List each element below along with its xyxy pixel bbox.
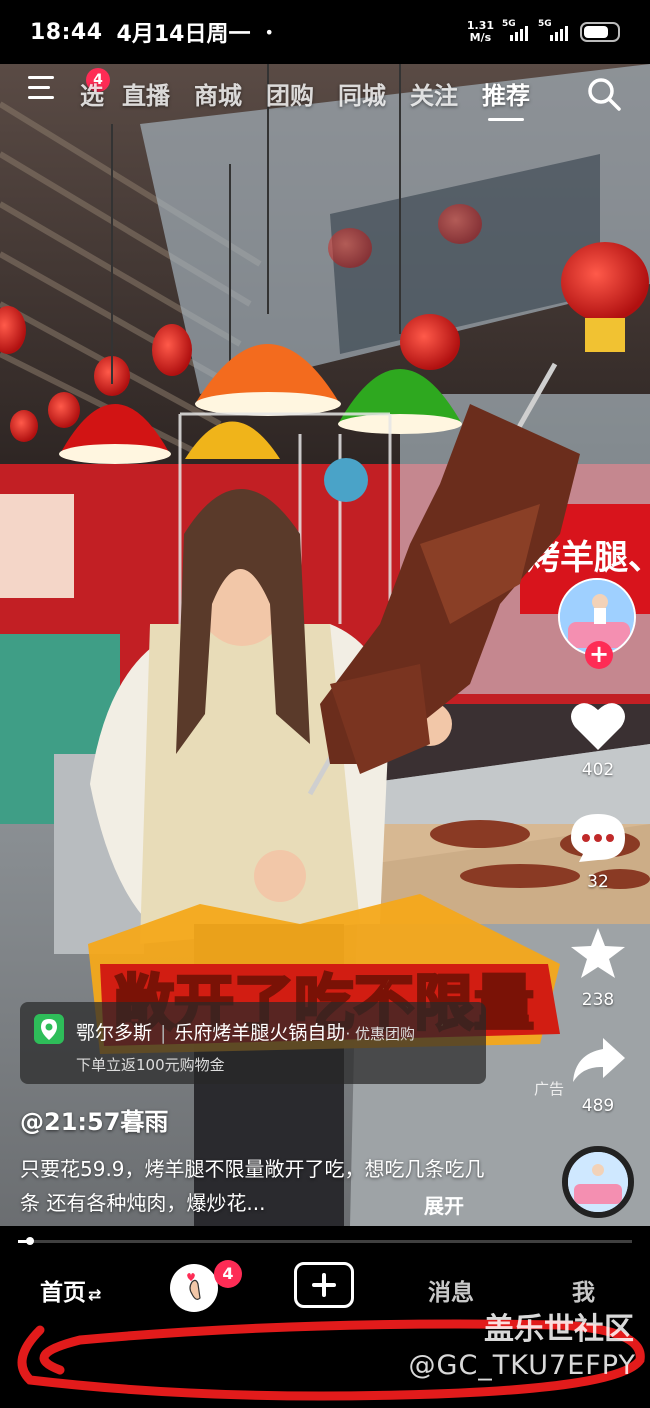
tab-local[interactable]: 同城 — [338, 76, 386, 111]
like-count: 402 — [581, 760, 615, 780]
location-tag: · 优惠团购 — [345, 1025, 415, 1043]
music-disc-image — [568, 1152, 628, 1212]
status-time: 18:44 — [30, 19, 103, 45]
favorite-button[interactable]: 238 — [558, 926, 638, 1010]
plus-icon — [312, 1273, 336, 1297]
friends-badge: 4 — [214, 1260, 242, 1288]
status-date: 4月14日周一 — [116, 22, 251, 47]
like-button[interactable]: 402 — [558, 700, 638, 780]
sim1-label: 5G — [502, 19, 516, 29]
location-city: 鄂尔多斯 — [76, 1022, 153, 1044]
network-speed: 1.31 M/s — [467, 20, 494, 44]
status-bar: 18:44 4月14日周一 • 1.31 M/s 5G 5G — [0, 0, 650, 64]
favorite-count: 238 — [581, 990, 615, 1010]
tab-following[interactable]: 关注 — [410, 76, 458, 111]
signal-icon: 5G — [502, 19, 530, 41]
network-speed-unit: M/s — [469, 31, 492, 44]
video-progress-bar[interactable] — [18, 1237, 632, 1245]
tab-recommended[interactable]: 推荐 — [482, 76, 530, 121]
search-icon[interactable] — [586, 76, 622, 112]
share-arrow-icon — [573, 1038, 625, 1082]
share-count: 489 — [581, 1096, 615, 1116]
post-description: 只要花59.9，烤羊腿不限量敞开了吃，想吃几条吃几条 还有各种炖肉，爆炒花... — [20, 1157, 485, 1215]
location-shop: 乐府烤羊腿火锅自助 — [174, 1022, 346, 1044]
battery-icon — [580, 22, 620, 42]
ad-label: 广告 — [534, 1080, 565, 1098]
follow-button[interactable]: + — [585, 641, 613, 669]
comment-icon — [571, 814, 625, 862]
signal-icon: 5G — [538, 19, 570, 41]
feed-tabs: 选 直播 商城 团购 同城 关注 推荐 — [80, 76, 530, 121]
location-separator: | — [160, 1022, 167, 1044]
tab-featured[interactable]: 选 — [80, 76, 104, 111]
watermark-user: @GC_TKU7EFPY — [408, 1350, 636, 1381]
status-dot: • — [264, 22, 274, 42]
menu-icon[interactable]: 4 — [28, 68, 110, 106]
location-title: 鄂尔多斯 | 乐府烤羊腿火锅自助· 优惠团购 — [76, 1018, 415, 1045]
expand-button[interactable]: 展开 — [424, 1190, 464, 1219]
location-card[interactable]: 鄂尔多斯 | 乐府烤羊腿火锅自助· 优惠团购 下单立返100元购物金 — [20, 1002, 486, 1084]
comment-button[interactable]: 32 — [558, 812, 638, 892]
star-icon — [571, 928, 625, 978]
tab-group-buy[interactable]: 团购 — [266, 76, 314, 111]
sim2-label: 5G — [538, 19, 552, 29]
location-pin-icon — [34, 1014, 64, 1044]
progress-knob[interactable] — [26, 1237, 35, 1245]
share-button[interactable]: 489 — [558, 1036, 638, 1116]
music-disc[interactable] — [562, 1146, 634, 1218]
status-indicators: 1.31 M/s 5G 5G — [467, 19, 620, 44]
watermark-site: 盖乐世社区 — [484, 1312, 634, 1347]
comment-count: 32 — [587, 872, 609, 892]
tab-mall[interactable]: 商城 — [194, 76, 242, 111]
tab-live[interactable]: 直播 — [122, 76, 170, 111]
heart-icon — [571, 703, 625, 750]
location-promo: 下单立返100元购物金 — [76, 1056, 225, 1074]
author-name[interactable]: @21:57暮雨 — [20, 1102, 168, 1137]
top-nav: 4 选 直播 商城 团购 同城 关注 推荐 — [0, 64, 650, 121]
